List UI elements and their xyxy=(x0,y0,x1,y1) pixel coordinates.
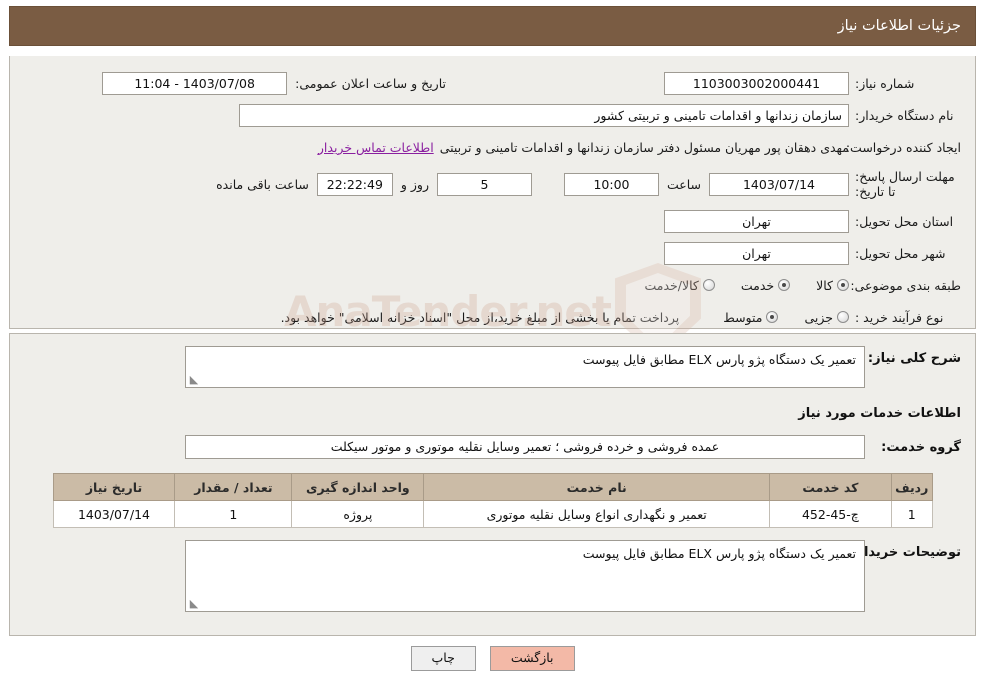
page-title: جزئیات اطلاعات نیاز xyxy=(837,18,961,34)
buyer-notes-value: تعمیر یک دستگاه پژو پارس ELX مطابق فایل … xyxy=(582,546,856,561)
col-service-code: کد خدمت xyxy=(768,473,892,501)
row-province: استان محل تحویل: تهران xyxy=(10,208,975,234)
service-group-value: عمده فروشی و خرده فروشی ؛ تعمیر وسایل نق… xyxy=(185,435,865,459)
col-unit: واحد اندازه گیری xyxy=(291,473,425,501)
col-service-name: نام خدمت xyxy=(423,473,770,501)
city-value: تهران xyxy=(664,241,849,265)
table-row: 1 چ-45-452 تعمیر و نگهداری انواع وسایل ن… xyxy=(52,500,933,528)
process-option-minor-label: جزیی xyxy=(804,309,833,325)
row-process-type: نوع فرآیند خرید : جزیی متوسط پرداخت تمام… xyxy=(10,304,975,330)
remaining-days-label: روز و xyxy=(400,176,429,192)
radio-medium-icon[interactable] xyxy=(766,311,779,323)
need-details-panel: شماره نیاز: 1103003002000441 تاریخ و ساع… xyxy=(9,56,976,329)
remaining-days-value: 5 xyxy=(436,172,532,196)
need-number-value: 1103003002000441 xyxy=(664,71,849,95)
deadline-time-value: 10:00 xyxy=(563,172,659,196)
page-header: جزئیات اطلاعات نیاز xyxy=(9,6,976,46)
category-option-goods-label: کالا xyxy=(816,277,833,293)
page-root: جزئیات اطلاعات نیاز شماره نیاز: 11030030… xyxy=(0,0,985,691)
general-desc-label: شرح کلی نیاز: xyxy=(867,351,961,366)
category-label: طبقه بندی موضوعی: xyxy=(850,277,961,293)
payment-note: پرداخت تمام یا بخشی از مبلغ خرید،از محل … xyxy=(280,309,680,325)
col-index: ردیف xyxy=(890,473,933,501)
cell-unit: پروژه xyxy=(291,500,425,528)
process-option-minor[interactable]: جزیی xyxy=(804,310,849,325)
general-desc-value: تعمیر یک دستگاه پژو پارس ELX مطابق فایل … xyxy=(582,352,856,367)
col-quantity: تعداد / مقدار xyxy=(174,473,293,501)
process-type-label: نوع فرآیند خرید : xyxy=(855,309,944,325)
province-value: تهران xyxy=(664,209,849,233)
print-button[interactable]: چاپ xyxy=(410,646,476,671)
cell-need-date: 1403/07/14 xyxy=(52,500,176,528)
process-option-medium[interactable]: متوسط xyxy=(723,309,779,325)
buyer-notes-label: توضیحات خریدار: xyxy=(851,545,961,560)
cell-service-code: چ-45-452 xyxy=(768,500,892,528)
services-heading: اطلاعات خدمات مورد نیاز xyxy=(798,406,961,421)
remaining-countdown-value: 22:22:49 xyxy=(316,172,393,196)
row-city: شهر محل تحویل: تهران xyxy=(10,240,975,266)
announce-datetime-value: 1403/07/08 - 11:04 xyxy=(102,71,288,95)
requester-label: ایجاد کننده درخواست: xyxy=(845,139,961,155)
row-requester: ایجاد کننده درخواست: مهدی دهقان پور مهری… xyxy=(10,134,975,160)
city-label: شهر محل تحویل: xyxy=(855,245,946,261)
col-need-date: تاریخ نیاز xyxy=(52,473,176,501)
cell-index: 1 xyxy=(890,500,933,528)
row-category: طبقه بندی موضوعی: کالا خدمت کالا/خدمت xyxy=(10,272,975,298)
service-group-label: گروه خدمت: xyxy=(881,439,961,455)
radio-minor-icon[interactable] xyxy=(837,311,849,323)
back-button[interactable]: بازگشت xyxy=(489,646,575,671)
cell-quantity: 1 xyxy=(174,500,293,528)
remaining-hours-label: ساعت باقی مانده xyxy=(216,176,309,192)
general-desc-textarea[interactable]: تعمیر یک دستگاه پژو پارس ELX مطابق فایل … xyxy=(185,346,865,388)
buyer-org-label: نام دستگاه خریدار: xyxy=(855,107,954,123)
process-option-medium-label: متوسط xyxy=(723,309,763,325)
buyer-notes-textarea[interactable]: تعمیر یک دستگاه پژو پارس ELX مطابق فایل … xyxy=(185,540,865,612)
resize-grip-icon-2[interactable]: ◣ xyxy=(188,598,200,610)
category-option-service-label: خدمت xyxy=(740,277,775,293)
requester-value: مهدی دهقان پور مهریان مسئول دفتر سازمان … xyxy=(439,139,849,155)
resize-grip-icon[interactable]: ◣ xyxy=(188,374,200,386)
category-option-goods[interactable]: کالا xyxy=(816,278,849,293)
buyer-contact-link[interactable]: اطلاعات تماس خریدار xyxy=(318,140,440,155)
category-option-service[interactable]: خدمت xyxy=(740,277,791,293)
buyer-org-value: سازمان زندانها و اقدامات تامینی و تربیتی… xyxy=(239,103,849,127)
deadline-label: مهلت ارسال پاسخ: تا تاریخ: xyxy=(855,169,955,199)
row-need-number: شماره نیاز: 1103003002000441 تاریخ و ساع… xyxy=(10,70,975,96)
radio-goods-service-icon[interactable] xyxy=(702,279,715,291)
province-label: استان محل تحویل: xyxy=(855,213,954,229)
table-header-row: ردیف کد خدمت نام خدمت واحد اندازه گیری ت… xyxy=(52,473,933,501)
announce-datetime-label: تاریخ و ساعت اعلان عمومی: xyxy=(295,75,446,91)
services-table: ردیف کد خدمت نام خدمت واحد اندازه گیری ت… xyxy=(52,473,933,528)
need-number-label: شماره نیاز: xyxy=(855,75,915,91)
deadline-date-value: 1403/07/14 xyxy=(709,172,849,196)
cell-service-name: تعمیر و نگهداری انواع وسایل نقلیه موتوری xyxy=(423,500,770,528)
category-option-goods-service[interactable]: کالا/خدمت xyxy=(644,277,715,293)
deadline-time-label: ساعت xyxy=(666,176,701,192)
service-details-panel: شرح کلی نیاز: تعمیر یک دستگاه پژو پارس E… xyxy=(9,333,976,636)
radio-goods-icon[interactable] xyxy=(837,279,849,291)
category-option-goods-service-label: کالا/خدمت xyxy=(644,277,699,293)
row-deadline: مهلت ارسال پاسخ: تا تاریخ: 1403/07/14 سا… xyxy=(10,166,975,202)
footer-actions: بازگشت چاپ xyxy=(0,646,985,671)
radio-service-icon[interactable] xyxy=(778,279,791,291)
row-buyer-org: نام دستگاه خریدار: سازمان زندانها و اقدا… xyxy=(10,102,975,128)
